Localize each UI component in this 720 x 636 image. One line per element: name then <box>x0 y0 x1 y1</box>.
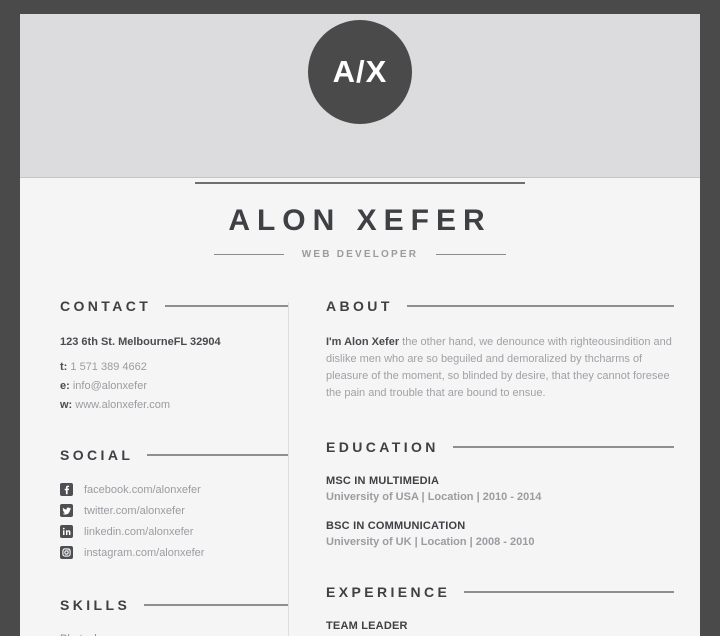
experience-heading: EXPERIENCE <box>326 584 674 600</box>
name-top-rule <box>195 182 525 184</box>
window-frame: A/X ALON XEFER WEB DEVELOPER CONTACT 123… <box>0 0 720 636</box>
social-linkedin-text: linkedin.com/alonxefer <box>84 525 194 538</box>
contact-lines: t: 1 571 389 4662 e: info@alonxefer w: w… <box>60 361 288 411</box>
social-item-instagram[interactable]: instagram.com/alonxefer <box>60 546 288 559</box>
contact-heading: CONTACT <box>60 298 288 314</box>
section-education: EDUCATION MSC IN MULTIMEDIA University o… <box>326 439 674 548</box>
contact-phone-label: t: <box>60 361 68 373</box>
about-paragraph: I'm Alon Xefer the other hand, we denoun… <box>326 334 674 402</box>
contact-address: 123 6th St. MelbourneFL 32904 <box>60 336 221 348</box>
education-heading: EDUCATION <box>326 439 674 455</box>
education-meta: University of UK | Location | 2008 - 201… <box>326 536 535 548</box>
facebook-icon <box>60 483 73 496</box>
about-title: ABOUT <box>326 298 393 314</box>
contact-website-value: www.alonxefer.com <box>75 399 171 411</box>
role-rule-right <box>436 254 507 255</box>
instagram-icon <box>60 546 73 559</box>
education-degree: BSC IN COMMUNICATION <box>326 520 466 532</box>
skills-title: SKILLS <box>60 597 131 613</box>
twitter-icon <box>60 504 73 517</box>
social-item-linkedin[interactable]: linkedin.com/alonxefer <box>60 525 288 538</box>
page-title: ALON XEFER <box>228 204 492 237</box>
experience-entry: TEAM LEADER High Tech Inc. | Location | … <box>326 620 674 636</box>
social-facebook-text: facebook.com/alonxefer <box>84 483 201 496</box>
role-label: WEB DEVELOPER <box>301 249 419 260</box>
social-item-facebook[interactable]: facebook.com/alonxefer <box>60 483 288 496</box>
left-column: CONTACT 123 6th St. MelbourneFL 32904 t:… <box>20 298 288 636</box>
social-instagram-text: instagram.com/alonxefer <box>84 546 205 559</box>
header-band: A/X <box>20 14 700 178</box>
section-skills: SKILLS Photoshop Sketch <box>60 597 288 636</box>
social-item-twitter[interactable]: twitter.com/alonxefer <box>60 504 288 517</box>
content-columns: CONTACT 123 6th St. MelbourneFL 32904 t:… <box>20 298 700 636</box>
social-list: facebook.com/alonxefer twitter.com/alonx… <box>60 483 288 559</box>
social-rule <box>147 454 288 456</box>
contact-phone-value: 1 571 389 4662 <box>70 361 147 373</box>
section-about: ABOUT I'm Alon Xefer the other hand, we … <box>326 298 674 402</box>
contact-title: CONTACT <box>60 298 152 314</box>
name-block: ALON XEFER WEB DEVELOPER <box>20 178 700 260</box>
about-lead: I'm Alon Xefer <box>326 336 400 348</box>
role-row: WEB DEVELOPER <box>20 249 700 260</box>
social-twitter-text: twitter.com/alonxefer <box>84 504 185 517</box>
right-column: ABOUT I'm Alon Xefer the other hand, we … <box>289 298 700 636</box>
role-rule-left <box>213 254 284 255</box>
experience-rule <box>464 591 674 593</box>
contact-email[interactable]: e: info@alonxefer <box>60 380 288 392</box>
skills-heading: SKILLS <box>60 597 288 613</box>
experience-title: EXPERIENCE <box>326 584 451 600</box>
section-experience: EXPERIENCE TEAM LEADER High Tech Inc. | … <box>326 584 674 636</box>
education-entry: MSC IN MULTIMEDIA University of USA | Lo… <box>326 475 674 503</box>
section-social: SOCIAL facebook.com/alonxefer twitter.co… <box>60 447 288 559</box>
education-title: EDUCATION <box>326 439 439 455</box>
section-contact: CONTACT 123 6th St. MelbourneFL 32904 t:… <box>60 298 288 411</box>
about-heading: ABOUT <box>326 298 674 314</box>
education-rule <box>452 446 674 448</box>
about-rule <box>406 305 674 307</box>
logo-badge: A/X <box>308 20 412 124</box>
contact-email-value: info@alonxefer <box>72 380 147 392</box>
logo-initials: A/X <box>332 54 388 89</box>
social-title: SOCIAL <box>60 447 134 463</box>
education-meta: University of USA | Location | 2010 - 20… <box>326 491 542 503</box>
contact-email-label: e: <box>60 380 70 392</box>
social-heading: SOCIAL <box>60 447 288 463</box>
contact-website[interactable]: w: www.alonxefer.com <box>60 399 288 411</box>
contact-website-label: w: <box>60 399 73 411</box>
education-degree: MSC IN MULTIMEDIA <box>326 475 440 487</box>
resume-page: A/X ALON XEFER WEB DEVELOPER CONTACT 123… <box>20 14 700 636</box>
contact-phone: t: 1 571 389 4662 <box>60 361 288 373</box>
education-entry: BSC IN COMMUNICATION University of UK | … <box>326 520 674 548</box>
linkedin-icon <box>60 525 73 538</box>
skills-rule <box>144 604 288 606</box>
experience-role: TEAM LEADER <box>326 620 408 632</box>
contact-rule <box>165 305 288 307</box>
